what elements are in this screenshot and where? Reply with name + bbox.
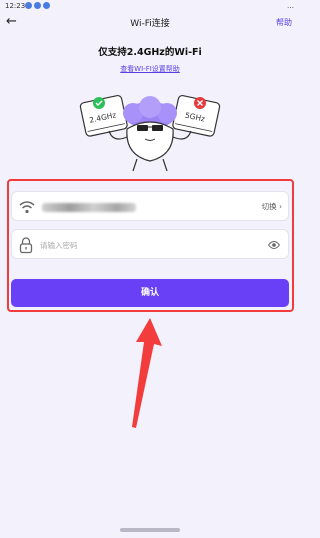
password-field[interactable] — [11, 229, 289, 259]
wifi-settings-help-link[interactable]: 查看WI-FI设置帮助 — [0, 64, 300, 74]
wifi-icon — [19, 201, 35, 214]
system-nav-bar — [0, 524, 300, 538]
confirm-button[interactable]: 确认 — [11, 279, 289, 307]
wifi-network-field[interactable]: 切换 › — [11, 191, 289, 221]
annotation-arrow-icon — [132, 318, 162, 428]
router-illustration: 2.4GHz 5GHz — [79, 94, 221, 172]
lock-icon — [19, 237, 33, 254]
top-bar: ← Wi-Fi连接 帮助 — [0, 12, 300, 34]
band-notice: 仅支持2.4GHz的Wi-Fi — [98, 47, 202, 58]
help-link[interactable]: 帮助 — [276, 17, 292, 28]
status-time: 12:23 — [5, 2, 26, 10]
status-right-icons: … — [287, 2, 294, 10]
switch-network-button[interactable]: 切换 › — [262, 201, 282, 212]
check-icon — [93, 97, 105, 109]
notification-icon — [43, 2, 50, 9]
network-name-blurred — [42, 203, 136, 212]
notification-icon — [34, 2, 41, 9]
page-title: Wi-Fi连接 — [130, 19, 170, 29]
eye-icon[interactable] — [268, 240, 280, 250]
status-notification-icons — [25, 2, 50, 9]
home-indicator[interactable] — [120, 528, 180, 532]
notification-icon — [25, 2, 32, 9]
password-input[interactable] — [40, 238, 240, 252]
